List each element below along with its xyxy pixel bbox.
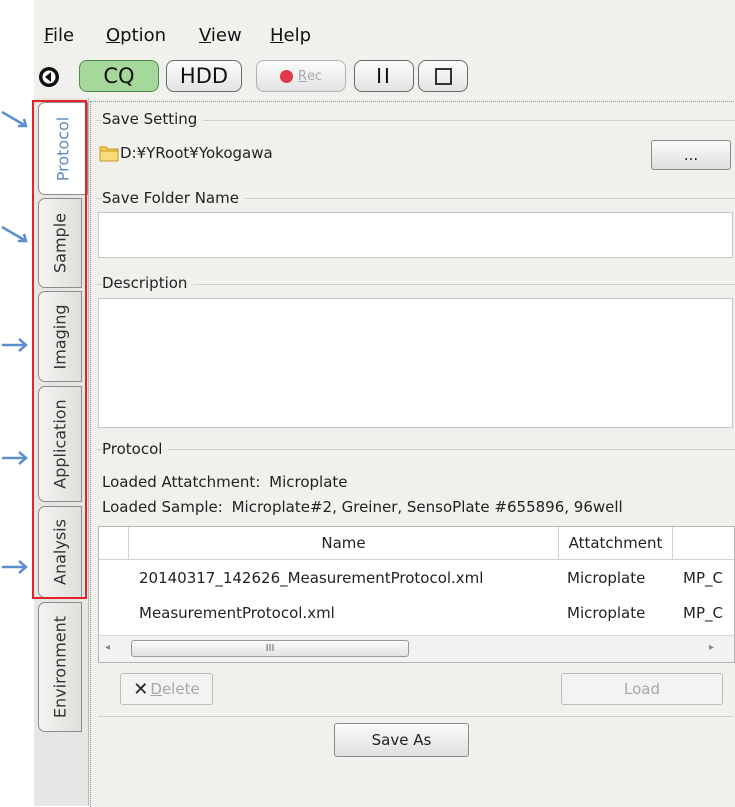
arrow-application-icon bbox=[2, 451, 28, 465]
menu-help[interactable]: Help bbox=[270, 25, 311, 46]
arrow-sample-icon bbox=[1, 225, 28, 243]
loaded-sample-value: Microplate#2, Greiner, SensoPlate #65589… bbox=[231, 498, 623, 516]
protocol-table: Name Attatchment 20140317_142626_Measure… bbox=[98, 526, 735, 663]
row-name: MeasurementProtocol.xml bbox=[139, 604, 335, 622]
menu-bar: File Option View Help bbox=[34, 18, 735, 54]
arrow-analysis-icon bbox=[2, 560, 28, 574]
scroll-thumb[interactable]: III bbox=[131, 640, 409, 657]
cq-button[interactable]: CQ bbox=[79, 60, 159, 92]
scroll-left-icon[interactable]: ◂ bbox=[105, 642, 115, 656]
pause-icon: II bbox=[376, 64, 392, 88]
row-extra: MP_C bbox=[683, 569, 723, 587]
save-folder-input[interactable] bbox=[98, 212, 733, 258]
save-setting-title: Save Setting bbox=[102, 110, 204, 128]
row-attachment: Microplate bbox=[567, 604, 646, 622]
description-input[interactable] bbox=[98, 298, 733, 428]
column-header-name[interactable]: Name bbox=[129, 527, 559, 560]
divider bbox=[98, 716, 733, 717]
browse-button[interactable]: ... bbox=[651, 140, 731, 170]
pause-button[interactable]: II bbox=[354, 60, 414, 92]
folder-icon bbox=[99, 146, 119, 162]
menu-file[interactable]: File bbox=[44, 25, 74, 46]
row-extra: MP_C bbox=[683, 604, 723, 622]
protocol-group bbox=[96, 449, 735, 450]
table-row[interactable]: MeasurementProtocol.xml Microplate MP_C bbox=[99, 596, 734, 632]
column-attachment-label: Attatchment bbox=[568, 534, 663, 552]
rec-label: ec bbox=[306, 68, 323, 84]
record-icon bbox=[279, 69, 293, 83]
arrow-imaging-icon bbox=[2, 338, 28, 352]
save-folder-title: Save Folder Name bbox=[102, 189, 245, 207]
browse-label: ... bbox=[683, 146, 699, 164]
loaded-attachment-line: Loaded Attatchment: Microplate bbox=[102, 473, 348, 491]
stop-icon bbox=[434, 67, 452, 85]
delete-label-u: D bbox=[150, 680, 162, 698]
collapse-icon[interactable] bbox=[37, 65, 61, 89]
tab-environment[interactable]: Environment bbox=[38, 602, 82, 732]
column-header-attachment[interactable]: Attatchment bbox=[559, 527, 673, 560]
tab-environment-label: Environment bbox=[50, 615, 70, 719]
hdd-button[interactable]: HDD bbox=[166, 60, 242, 92]
table-row[interactable]: 20140317_142626_MeasurementProtocol.xml … bbox=[99, 560, 734, 596]
arrow-protocol-icon bbox=[1, 110, 28, 128]
load-button[interactable]: Load bbox=[561, 673, 723, 705]
stop-button[interactable] bbox=[418, 60, 468, 92]
delete-icon: ✕ bbox=[133, 678, 149, 700]
rec-label-u: R bbox=[297, 68, 307, 84]
menu-view[interactable]: View bbox=[199, 25, 242, 46]
hdd-label: HDD bbox=[179, 64, 229, 88]
rec-button[interactable]: Rec bbox=[256, 60, 346, 92]
save-as-label: Save As bbox=[371, 731, 432, 749]
menu-option[interactable]: Option bbox=[106, 25, 166, 46]
column-name-label: Name bbox=[321, 534, 366, 552]
highlight-box bbox=[32, 100, 87, 599]
save-path: D:¥YRoot¥Yokogawa bbox=[120, 144, 273, 162]
cq-label: CQ bbox=[103, 64, 135, 88]
delete-label: elete bbox=[161, 680, 200, 698]
scroll-right-icon[interactable]: ▸ bbox=[709, 642, 719, 656]
toolbar: CQ HDD Rec II bbox=[34, 56, 735, 98]
load-label: Load bbox=[624, 680, 660, 698]
loaded-sample-label: Loaded Sample: bbox=[102, 498, 223, 516]
loaded-sample-line: Loaded Sample: Microplate#2, Greiner, Se… bbox=[102, 498, 623, 516]
delete-button[interactable]: ✕ Delete bbox=[120, 673, 213, 705]
horizontal-scrollbar[interactable]: ◂ III ▸ bbox=[99, 635, 734, 662]
protocol-title: Protocol bbox=[102, 440, 169, 458]
save-as-button[interactable]: Save As bbox=[334, 723, 469, 757]
description-title: Description bbox=[102, 274, 194, 292]
column-header-extra[interactable] bbox=[673, 527, 734, 560]
row-name: 20140317_142626_MeasurementProtocol.xml bbox=[139, 569, 484, 587]
row-header-corner bbox=[99, 527, 129, 560]
loaded-attachment-label: Loaded Attatchment: bbox=[102, 473, 261, 491]
loaded-attachment-value: Microplate bbox=[269, 473, 348, 491]
row-attachment: Microplate bbox=[567, 569, 646, 587]
scroll-grip: III bbox=[265, 643, 275, 654]
